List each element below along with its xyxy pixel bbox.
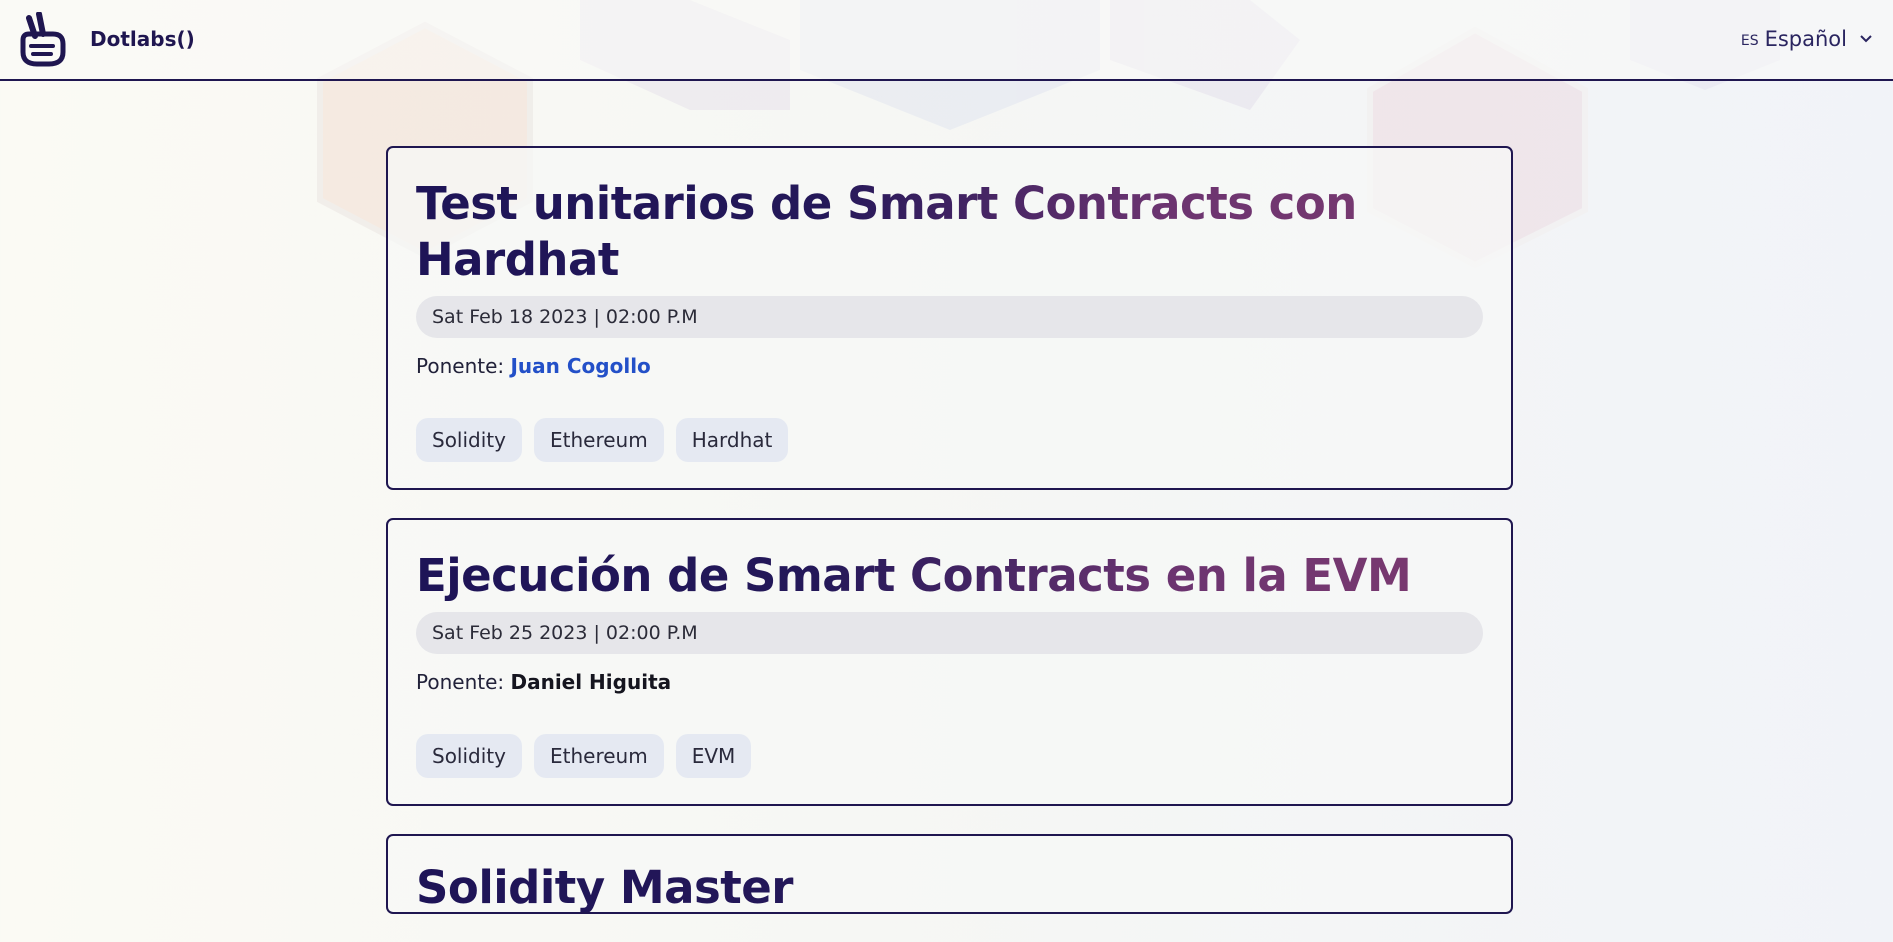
event-title[interactable]: Test unitarios de Smart Contracts con Ha… <box>416 176 1483 288</box>
top-navbar: Dotlabs() ES Español <box>0 0 1893 81</box>
event-tags: Solidity Ethereum EVM <box>416 734 1483 778</box>
events-list: Test unitarios de Smart Contracts con Ha… <box>386 146 1513 942</box>
event-card[interactable]: Test unitarios de Smart Contracts con Ha… <box>386 146 1513 490</box>
tag-solidity: Solidity <box>416 734 522 778</box>
event-tags: Solidity Ethereum Hardhat <box>416 418 1483 462</box>
event-date: Sat Feb 18 2023 | 02:00 P.M <box>416 296 1483 338</box>
tag-solidity: Solidity <box>416 418 522 462</box>
event-card[interactable]: Ejecución de Smart Contracts en la EVM S… <box>386 518 1513 806</box>
peace-hand-logo-icon[interactable] <box>19 12 71 68</box>
language-label: Español <box>1764 27 1847 51</box>
language-code: ES <box>1740 32 1759 49</box>
speaker-name-link[interactable]: Juan Cogollo <box>510 354 650 378</box>
brand-name[interactable]: Dotlabs() <box>90 27 195 51</box>
chevron-down-icon <box>1860 35 1872 43</box>
event-title[interactable]: Solidity Master <box>416 860 1483 912</box>
speaker-label: Ponente: <box>416 354 505 378</box>
event-speaker: Ponente: Daniel Higuita <box>416 670 1483 694</box>
language-selector[interactable]: ES Español <box>1741 27 1873 51</box>
speaker-label: Ponente: <box>416 670 505 694</box>
event-speaker: Ponente: Juan Cogollo <box>416 354 1483 378</box>
event-date: Sat Feb 25 2023 | 02:00 P.M <box>416 612 1483 654</box>
tag-ethereum: Ethereum <box>533 418 664 462</box>
event-card[interactable]: Solidity Master <box>386 834 1513 914</box>
speaker-name: Daniel Higuita <box>510 670 672 694</box>
event-title[interactable]: Ejecución de Smart Contracts en la EVM <box>416 548 1483 604</box>
tag-evm: EVM <box>675 734 752 778</box>
tag-ethereum: Ethereum <box>533 734 664 778</box>
tag-hardhat: Hardhat <box>675 418 789 462</box>
